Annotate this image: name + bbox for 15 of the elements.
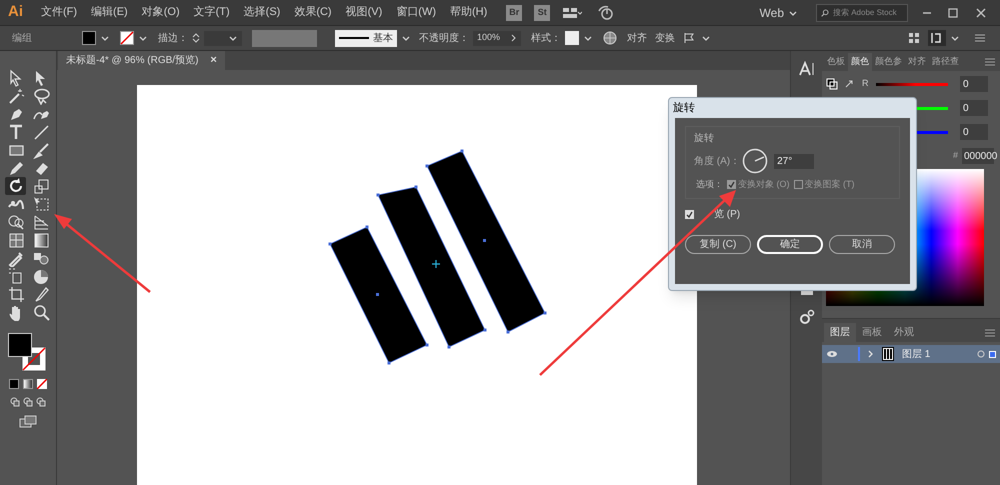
opacity-label: 不透明度： xyxy=(419,32,469,46)
dialog-title: 旋转 xyxy=(673,100,695,116)
stroke-profile-value: 基本 xyxy=(373,32,393,46)
document-title: 未标题-4* @ 96% (RGB/预览) xyxy=(66,54,198,68)
style-label: 样式： xyxy=(531,32,561,46)
group-title: 旋转 xyxy=(694,132,715,146)
channel-label: R xyxy=(862,77,870,90)
hex-label: # xyxy=(952,149,958,162)
options-label: 选项： xyxy=(696,178,723,191)
selection-type-label: 编组 xyxy=(11,32,33,46)
app-logo: Ai xyxy=(7,2,24,22)
opacity-value: 100% xyxy=(477,31,500,44)
stroke-label: 描边： xyxy=(158,32,188,46)
angle-label: 角度 (A)： xyxy=(694,154,740,168)
layer-name: 图层 1 xyxy=(902,348,930,362)
